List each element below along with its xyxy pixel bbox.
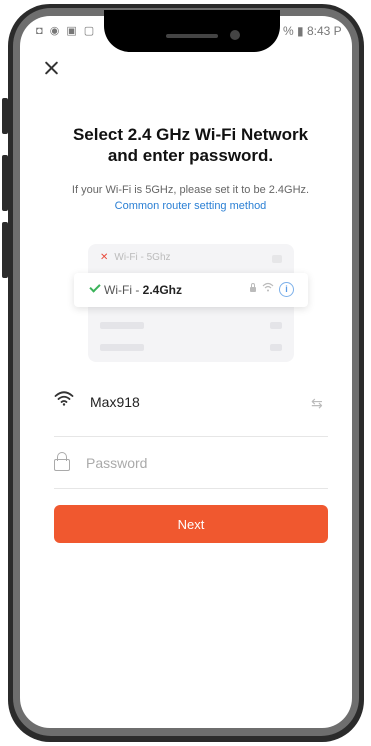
phone-volume-up — [2, 155, 8, 211]
lock-icon — [54, 452, 70, 472]
phone-side-button — [2, 98, 8, 134]
router-setting-link[interactable]: Common router setting method — [40, 200, 341, 212]
notch-camera — [230, 30, 240, 40]
close-icon[interactable] — [42, 58, 62, 78]
ssid-value[interactable]: Max918 — [90, 394, 140, 410]
page-title-line1: Select 2.4 GHz Wi-Fi Network — [72, 125, 309, 144]
wifi-band-hint: If your Wi-Fi is 5GHz, please set it to … — [71, 184, 310, 196]
page-title-line2: and enter password. — [107, 146, 274, 165]
password-input[interactable] — [86, 452, 316, 474]
cross-icon: ✕ — [100, 252, 109, 263]
illustration-5ghz-label: Wi-Fi - 5Ghz — [114, 252, 171, 263]
status-bar-time: % ▮ 8:43 P — [283, 24, 342, 38]
swap-network-icon[interactable]: ⇆ — [311, 395, 323, 412]
illustration-row-24ghz: Wi-Fi - 2.4Ghz i — [74, 273, 308, 307]
divider — [54, 488, 328, 489]
phone-volume-down — [2, 222, 8, 278]
illustration-24ghz-label: Wi-Fi - 2.4Ghz — [104, 283, 182, 297]
app-screen — [20, 16, 352, 728]
phone-notch — [104, 10, 280, 52]
page-title: Select 2.4 GHz Wi-Fi Network and enter p… — [40, 124, 341, 166]
info-icon: i — [279, 282, 294, 297]
illustration-24ghz-band: 2.4Ghz — [142, 283, 183, 297]
illustration-placeholder-bar — [270, 344, 282, 351]
lock-body — [54, 459, 70, 471]
illustration-24ghz-prefix: Wi-Fi - — [104, 283, 143, 297]
notch-speaker — [166, 34, 218, 38]
illustration-row-5ghz: ✕ Wi-Fi - 5Ghz — [100, 252, 171, 263]
illustration-placeholder-bar — [270, 322, 282, 329]
wifi-icon — [262, 282, 274, 295]
status-bar-icons: ◘ ◉ ▣ ▢ — [36, 25, 97, 37]
wifi-icon — [54, 390, 74, 411]
next-button[interactable]: Next — [54, 505, 328, 543]
lock-icon — [250, 283, 256, 292]
illustration-placeholder-icon — [272, 255, 282, 263]
divider — [54, 436, 328, 437]
illustration-placeholder-bar — [100, 322, 144, 329]
illustration-placeholder-bar — [100, 344, 144, 351]
check-icon — [89, 281, 101, 293]
